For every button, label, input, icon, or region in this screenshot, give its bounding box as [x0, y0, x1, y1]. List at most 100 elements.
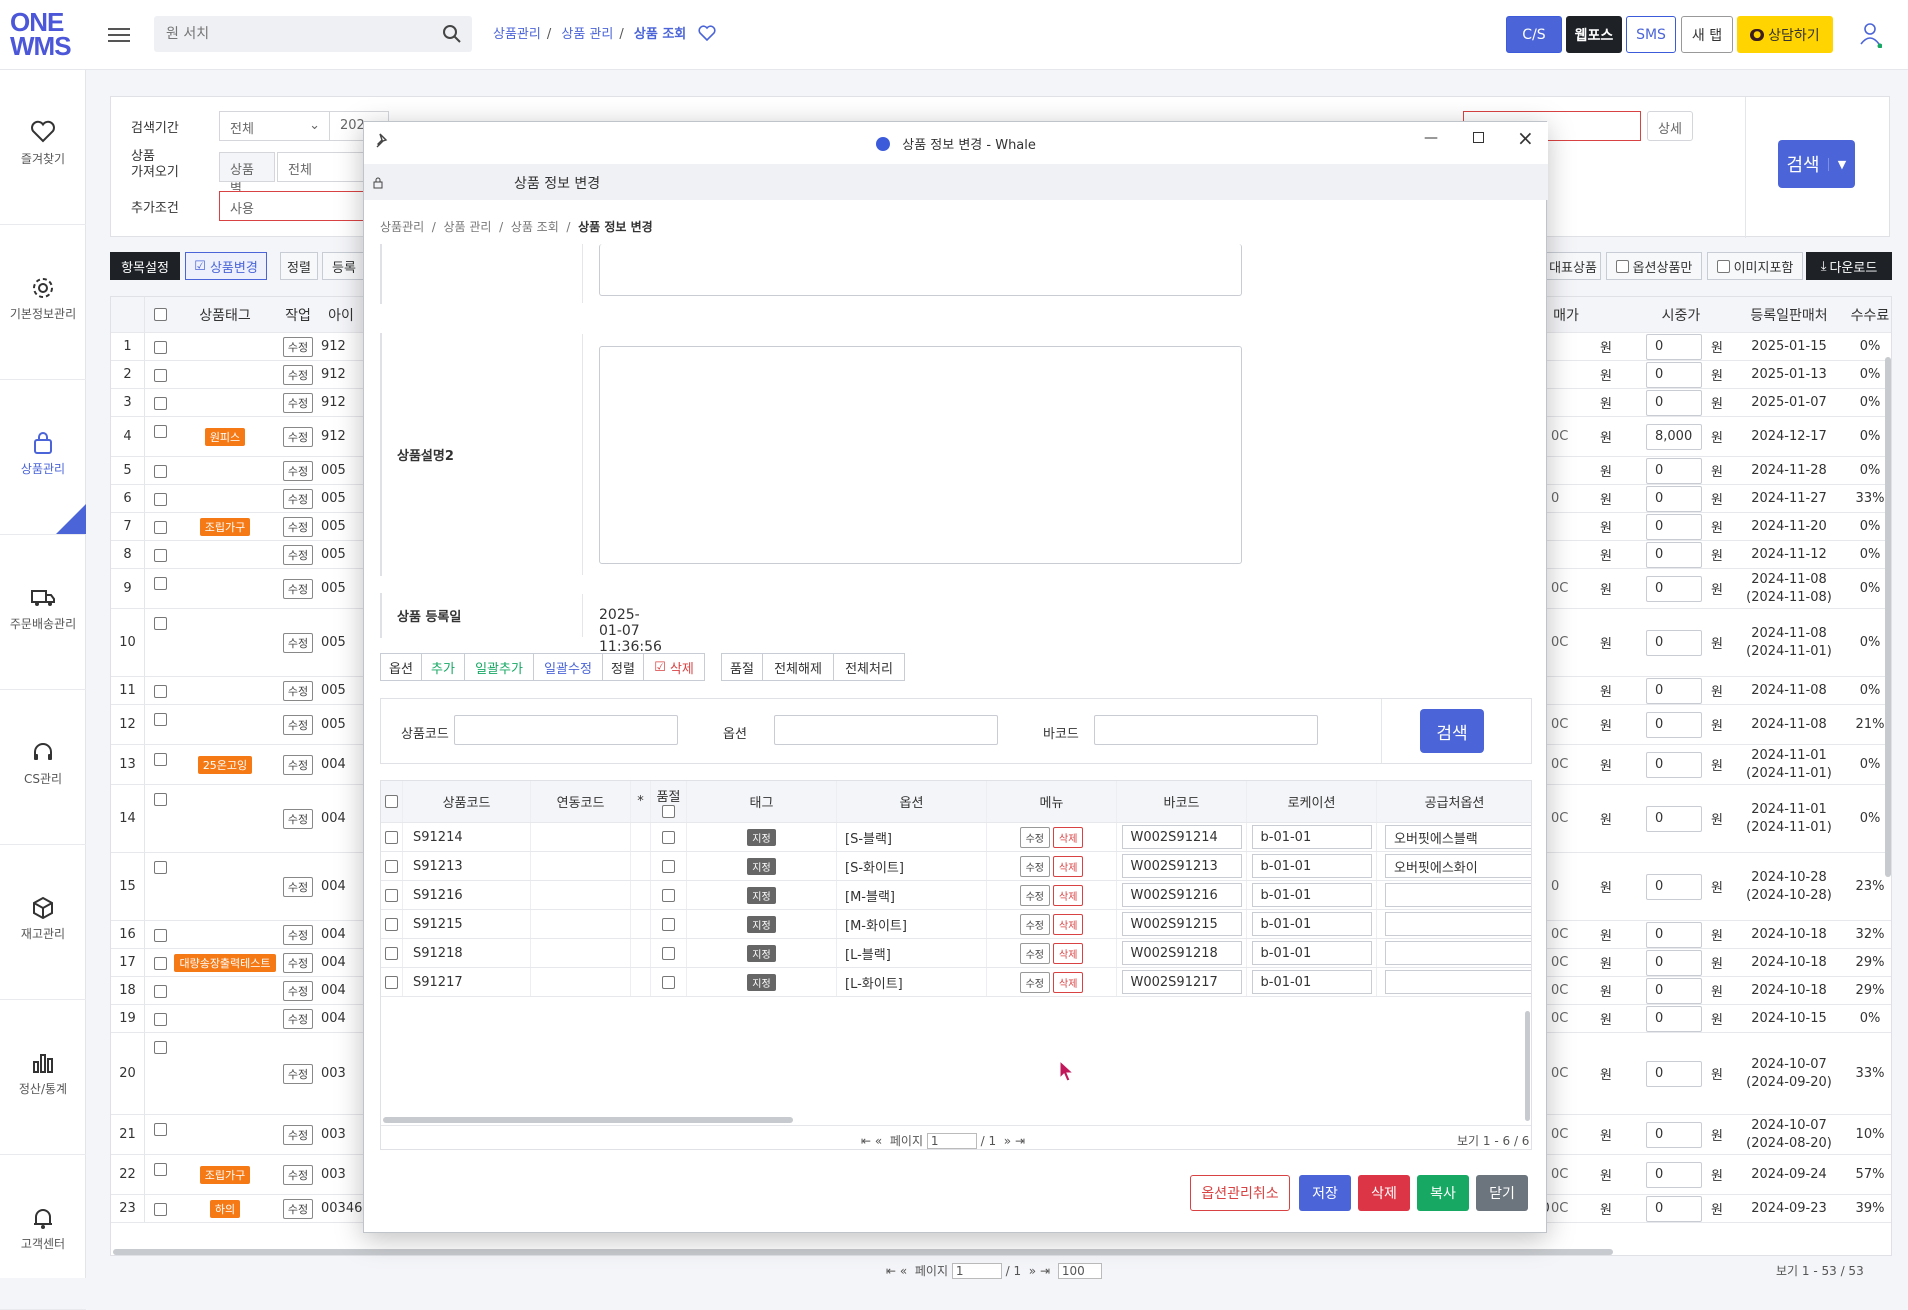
option-row-checkbox[interactable]: [385, 946, 398, 960]
menu-toggle-icon[interactable]: [108, 24, 130, 46]
soldout-all-checkbox[interactable]: [662, 804, 675, 818]
new-tab-button[interactable]: 새 탭: [1681, 16, 1733, 53]
webpos-button[interactable]: 웹포스: [1566, 16, 1622, 53]
market-price-input[interactable]: 0: [1646, 389, 1702, 416]
row-checkbox[interactable]: [153, 957, 167, 970]
market-price-input[interactable]: 0: [1646, 333, 1702, 360]
change-product-button[interactable]: ☑ 상품변경: [185, 252, 267, 280]
favorite-heart-icon[interactable]: [698, 25, 716, 42]
location-input[interactable]: b-01-01: [1251, 941, 1372, 965]
delete-option-button[interactable]: ☑ 삭제: [643, 653, 705, 681]
edit-row-button[interactable]: 수정: [282, 516, 314, 537]
row-checkbox[interactable]: [153, 397, 167, 410]
supplier-option-input[interactable]: 오버핏에스화이: [1385, 854, 1531, 878]
column-settings-button[interactable]: 항목설정: [110, 252, 180, 280]
barcode-input[interactable]: W002S91217: [1121, 970, 1242, 994]
soldout-checkbox[interactable]: [662, 946, 675, 960]
last-page-icon[interactable]: ⇥: [1015, 1134, 1025, 1148]
sidebar-item-inventory[interactable]: 재고관리: [0, 845, 86, 1000]
user-avatar-icon[interactable]: [1858, 20, 1882, 48]
edit-row-button[interactable]: 수정: [282, 632, 314, 653]
sidebar-item-products[interactable]: 상품관리: [0, 380, 86, 535]
row-checkbox[interactable]: [153, 1013, 167, 1026]
sidebar-item-cs[interactable]: CS관리: [0, 690, 86, 845]
sidebar-item-orders[interactable]: 주문배송관리: [0, 535, 86, 690]
edit-row-button[interactable]: 수정: [282, 336, 314, 357]
barcode-input[interactable]: W002S91213: [1121, 854, 1242, 878]
row-checkbox[interactable]: [153, 341, 167, 354]
option-search-input[interactable]: [774, 715, 998, 745]
row-checkbox[interactable]: [153, 617, 167, 630]
market-price-input[interactable]: 0: [1646, 1005, 1702, 1032]
caret-down-icon[interactable]: ▼: [1828, 157, 1855, 171]
sidebar-item-favorites[interactable]: 즐겨찾기: [0, 70, 86, 225]
barcode-input[interactable]: W002S91218: [1121, 941, 1242, 965]
breadcrumb-item[interactable]: 상품관리: [493, 27, 541, 42]
select-all-options-checkbox[interactable]: [385, 795, 398, 808]
edit-row-button[interactable]: 수정: [282, 392, 314, 413]
soldout-checkbox[interactable]: [662, 859, 675, 873]
page-input[interactable]: 1: [951, 1263, 1002, 1279]
market-price-input[interactable]: 0: [1646, 485, 1702, 512]
global-search-input[interactable]: [154, 16, 424, 52]
select-all-checkbox[interactable]: [153, 308, 167, 321]
first-page-icon[interactable]: ⇤: [861, 1134, 871, 1148]
tag-assign-badge[interactable]: 지정: [747, 857, 776, 875]
row-checkbox[interactable]: [153, 1123, 167, 1136]
row-checkbox[interactable]: [153, 577, 167, 590]
soldout-checkbox[interactable]: [662, 917, 675, 931]
rep-product-button[interactable]: 대표상품: [1545, 252, 1601, 280]
set-all-button[interactable]: 전체처리: [833, 653, 905, 681]
edit-row-button[interactable]: 수정: [282, 980, 314, 1001]
add-option-button[interactable]: 추가: [421, 653, 465, 681]
edit-row-button[interactable]: 수정: [282, 952, 314, 973]
option-row-checkbox[interactable]: [385, 917, 398, 931]
market-price-input[interactable]: 0: [1646, 751, 1702, 778]
supplier-option-input[interactable]: [1385, 970, 1531, 994]
row-checkbox[interactable]: [153, 985, 167, 998]
edit-option-button[interactable]: 수정: [1019, 971, 1050, 993]
market-price-input[interactable]: 0: [1646, 1195, 1702, 1222]
edit-row-button[interactable]: 수정: [282, 1063, 314, 1084]
edit-option-button[interactable]: 수정: [1019, 855, 1050, 877]
row-checkbox[interactable]: [153, 753, 167, 766]
breadcrumb-item[interactable]: 상품 관리: [561, 27, 613, 42]
edit-row-button[interactable]: 수정: [282, 754, 314, 775]
edit-row-button[interactable]: 수정: [282, 544, 314, 565]
market-price-input[interactable]: 0: [1646, 575, 1702, 602]
market-price-input[interactable]: 0: [1646, 541, 1702, 568]
edit-row-button[interactable]: 수정: [282, 1008, 314, 1029]
row-checkbox[interactable]: [153, 713, 167, 726]
soldout-checkbox[interactable]: [662, 975, 675, 989]
market-price-input[interactable]: 0: [1646, 949, 1702, 976]
delete-option-row-button[interactable]: 삭제: [1053, 913, 1084, 935]
description-1-textarea[interactable]: [599, 244, 1242, 296]
edit-row-button[interactable]: 수정: [282, 714, 314, 735]
include-image-checkbox[interactable]: 이미지포함: [1707, 252, 1803, 280]
cs-button[interactable]: C/S: [1506, 16, 1562, 53]
delete-option-row-button[interactable]: 삭제: [1053, 971, 1084, 993]
unset-all-button[interactable]: 전체해제: [762, 653, 834, 681]
barcode-input[interactable]: W002S91214: [1121, 825, 1242, 849]
tag-assign-badge[interactable]: 지정: [747, 944, 776, 962]
register-button[interactable]: 등록: [322, 252, 366, 280]
download-button[interactable]: ⤓ 다운로드: [1806, 252, 1892, 280]
location-input[interactable]: b-01-01: [1251, 912, 1372, 936]
grid-page-input[interactable]: 1: [926, 1133, 977, 1149]
app-logo[interactable]: ONE WMS: [10, 9, 72, 60]
market-price-input[interactable]: 0: [1646, 873, 1702, 900]
bulk-edit-button[interactable]: 일괄수정: [533, 653, 603, 681]
search-icon[interactable]: [442, 24, 462, 44]
edit-option-button[interactable]: 수정: [1019, 913, 1050, 935]
edit-row-button[interactable]: 수정: [282, 1164, 314, 1185]
location-input[interactable]: b-01-01: [1251, 854, 1372, 878]
edit-row-button[interactable]: 수정: [282, 364, 314, 385]
prev-page-icon[interactable]: «: [900, 1264, 907, 1278]
market-price-input[interactable]: 0: [1646, 629, 1702, 656]
barcode-input[interactable]: W002S91216: [1121, 883, 1242, 907]
option-only-checkbox[interactable]: 옵션상품만: [1606, 252, 1702, 280]
supplier-option-input[interactable]: [1385, 912, 1531, 936]
edit-option-button[interactable]: 수정: [1019, 826, 1050, 848]
description-2-textarea[interactable]: [599, 346, 1242, 564]
market-price-input[interactable]: 0: [1646, 711, 1702, 738]
